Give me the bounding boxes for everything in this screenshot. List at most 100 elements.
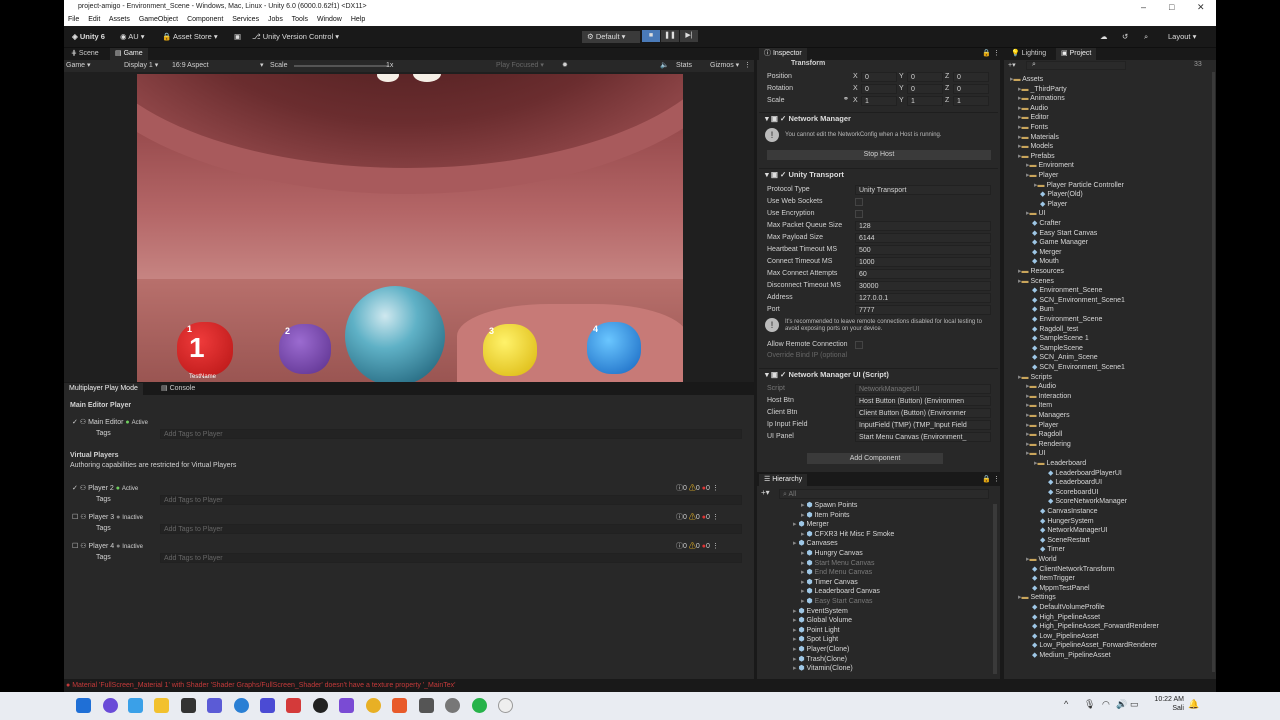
menu-window[interactable]: Window	[317, 16, 342, 23]
history-icon[interactable]: ↺	[1122, 31, 1128, 43]
project-item[interactable]: ◆ SampleScene	[1026, 344, 1083, 354]
project-item[interactable]: ◆ ClientNetworkTransform	[1026, 565, 1115, 575]
project-item[interactable]: ◆ Easy Start Canvas	[1026, 229, 1097, 239]
bug-icon[interactable]: ✹	[562, 60, 568, 72]
search-icon[interactable]: ⌕	[1144, 31, 1148, 43]
transport-field-value[interactable]: 500	[855, 245, 991, 255]
network-manager-header[interactable]: ▾ ▣ ✓ Network Manager	[759, 112, 998, 124]
hierarchy-item[interactable]: ▸ ⬢ Timer Canvas	[801, 578, 858, 588]
hierarchy-lock-icon[interactable]: 🔒	[982, 474, 991, 486]
player-2-row[interactable]: ✓ ⚇ Player 2 ● Active	[72, 483, 138, 494]
project-item[interactable]: ▸▬ Animations	[1018, 94, 1065, 104]
player-3-checkbox[interactable]: ☐	[72, 514, 78, 521]
transform-header[interactable]: Transform	[791, 58, 825, 69]
project-item[interactable]: ▸▬ Prefabs	[1018, 152, 1055, 162]
battery-icon[interactable]: ▭	[1130, 699, 1139, 710]
nmui-field-value[interactable]: NetworkManagerUI	[855, 384, 991, 394]
project-scrollbar[interactable]	[1212, 72, 1215, 672]
project-item[interactable]: ▸▬ Player	[1026, 421, 1058, 431]
layout-dropdown[interactable]: Layout ▾	[1168, 31, 1196, 43]
project-item[interactable]: ▸▬ Item	[1026, 401, 1052, 411]
project-item[interactable]: ◆ LeaderboardUI	[1042, 478, 1102, 488]
edge-icon[interactable]	[234, 698, 249, 713]
version-control-button[interactable]: ⎇ Unity Version Control ▾	[252, 31, 339, 43]
hierarchy-item[interactable]: ▸ ⬢ Point Light	[793, 626, 840, 636]
player-2-tags-field[interactable]: Add Tags to Player	[160, 495, 742, 505]
project-item[interactable]: ▸▬ Managers	[1026, 411, 1070, 421]
cloud-services-icon[interactable]: ☁	[1100, 31, 1108, 43]
project-item[interactable]: ◆ Low_PipelineAsset_ForwardRenderer	[1026, 641, 1157, 651]
add-icon[interactable]: +▾	[761, 488, 770, 497]
transform-scale-x-field[interactable]: 1	[861, 96, 897, 106]
hierarchy-item[interactable]: ▸ ⬢ Canvases	[793, 539, 838, 549]
transport-field-value[interactable]: 128	[855, 221, 991, 231]
hierarchy-item[interactable]: ▸ ⬢ Spawn Points	[801, 501, 857, 511]
visual-studio-icon[interactable]	[207, 698, 222, 713]
obsidian-icon[interactable]	[339, 698, 354, 713]
volume-icon[interactable]: 🔊	[1116, 699, 1127, 710]
hierarchy-item[interactable]: ▸ ⬢ Vitamin(Clone)	[793, 664, 853, 674]
project-item[interactable]: ▸▬ Settings	[1018, 593, 1056, 603]
hierarchy-item[interactable]: ▸ ⬢ Hungry Canvas	[801, 549, 863, 559]
project-item[interactable]: ◆ HungerSystem	[1034, 517, 1094, 527]
project-item[interactable]: ◆ SCN_Environment_Scene1	[1026, 363, 1125, 373]
account-button[interactable]: ◉ AU ▾	[120, 31, 145, 43]
project-item[interactable]: ▸▬ UI	[1026, 209, 1045, 219]
expand-arrow-icon[interactable]: ▾	[765, 370, 769, 379]
menu-services[interactable]: Services	[232, 16, 259, 23]
hierarchy-item[interactable]: ▸ ⬢ Leaderboard Canvas	[801, 587, 880, 597]
project-item[interactable]: ▸▬ Audio	[1018, 104, 1048, 114]
menu-file[interactable]: File	[68, 16, 79, 23]
project-item[interactable]: ▸▬ Editor	[1018, 113, 1049, 123]
transform-rot-z-field[interactable]: 0	[953, 84, 989, 94]
play-mode-dropdown[interactable]: ⚙ Default ▾	[582, 31, 640, 43]
menu-help[interactable]: Help	[351, 16, 365, 23]
project-item[interactable]: ◆ High_PipelineAsset_ForwardRenderer	[1026, 622, 1159, 632]
settings-icon[interactable]	[445, 698, 460, 713]
transform-rot-x-field[interactable]: 0	[861, 84, 897, 94]
player-3-menu-icon[interactable]: ⋮	[712, 514, 719, 521]
expand-arrow-icon[interactable]: ▾	[765, 114, 769, 123]
tab-console[interactable]: ▤ Console	[156, 383, 200, 395]
project-item[interactable]: ◆ LeaderboardPlayerUI	[1042, 469, 1122, 479]
project-item[interactable]: ◆ High_PipelineAsset	[1026, 613, 1100, 623]
allow-remote-checkbox[interactable]	[855, 341, 863, 349]
hierarchy-menu-icon[interactable]: ⋮	[993, 474, 1000, 486]
inspector-menu-icon[interactable]: ⋮	[993, 48, 1000, 60]
project-item[interactable]: ▸▬ Enviroment	[1026, 161, 1074, 171]
project-item[interactable]: ◆ NetworkManagerUI	[1034, 526, 1108, 536]
transform-scale-y-field[interactable]: 1	[907, 96, 943, 106]
checkbox-icon[interactable]: ✓	[780, 114, 786, 123]
project-item[interactable]: ◆ SCN_Environment_Scene1	[1026, 296, 1125, 306]
project-item[interactable]: ◆ ScoreNetworkManager	[1042, 497, 1127, 507]
player-3-row[interactable]: ☐ ⚇ Player 3 ● Inactive	[72, 512, 143, 523]
hierarchy-item[interactable]: ▸ ⬢ CFXR3 Hit Misc F Smoke	[801, 530, 894, 540]
close-icon[interactable]: ✕	[1197, 0, 1205, 14]
play-focused-dropdown[interactable]: Play Focused ▾	[496, 60, 544, 72]
project-item[interactable]: ▸▬ Materials	[1018, 133, 1059, 143]
project-item[interactable]: ▸▬ Player	[1026, 171, 1058, 181]
checkbox-icon[interactable]: ✓	[780, 170, 786, 179]
menu-edit[interactable]: Edit	[88, 16, 100, 23]
project-item[interactable]: ▸▬ Assets	[1010, 75, 1043, 85]
player-4-menu-icon[interactable]: ⋮	[712, 543, 719, 550]
aspect-chevron-icon[interactable]: ▾	[260, 60, 264, 72]
hierarchy-item[interactable]: ▸ ⬢ Item Points	[801, 511, 850, 521]
project-item[interactable]: ▸▬ Ragdoll	[1026, 430, 1062, 440]
transform-scale-z-field[interactable]: 1	[953, 96, 989, 106]
hierarchy-item[interactable]: ▸ ⬢ Spot Light	[793, 635, 838, 645]
main-tags-field[interactable]: Add Tags to Player	[160, 429, 742, 439]
whatsapp-icon[interactable]	[472, 698, 487, 713]
project-item[interactable]: ◆ Environment_Scene	[1026, 286, 1102, 296]
status-bar[interactable]: ● Material 'FullScreen_Material 1' with …	[64, 680, 1216, 692]
nmui-field-value[interactable]: Host Button (Button) (Environmen	[855, 396, 991, 406]
aspect-dropdown[interactable]: 16:9 Aspect	[172, 60, 209, 72]
project-add-icon[interactable]: +▾	[1008, 61, 1016, 69]
transform-rot-y-field[interactable]: 0	[907, 84, 943, 94]
tab-scene[interactable]: ⋕ Scene	[66, 48, 104, 60]
unity-transport-header[interactable]: ▾ ▣ ✓ Unity Transport	[759, 168, 998, 180]
tab-game[interactable]: ▤ Game	[110, 48, 148, 60]
transport-checkbox[interactable]	[855, 210, 863, 218]
project-item[interactable]: ▸▬ Audio	[1026, 382, 1056, 392]
transport-field-value[interactable]: Unity Transport	[855, 185, 991, 195]
